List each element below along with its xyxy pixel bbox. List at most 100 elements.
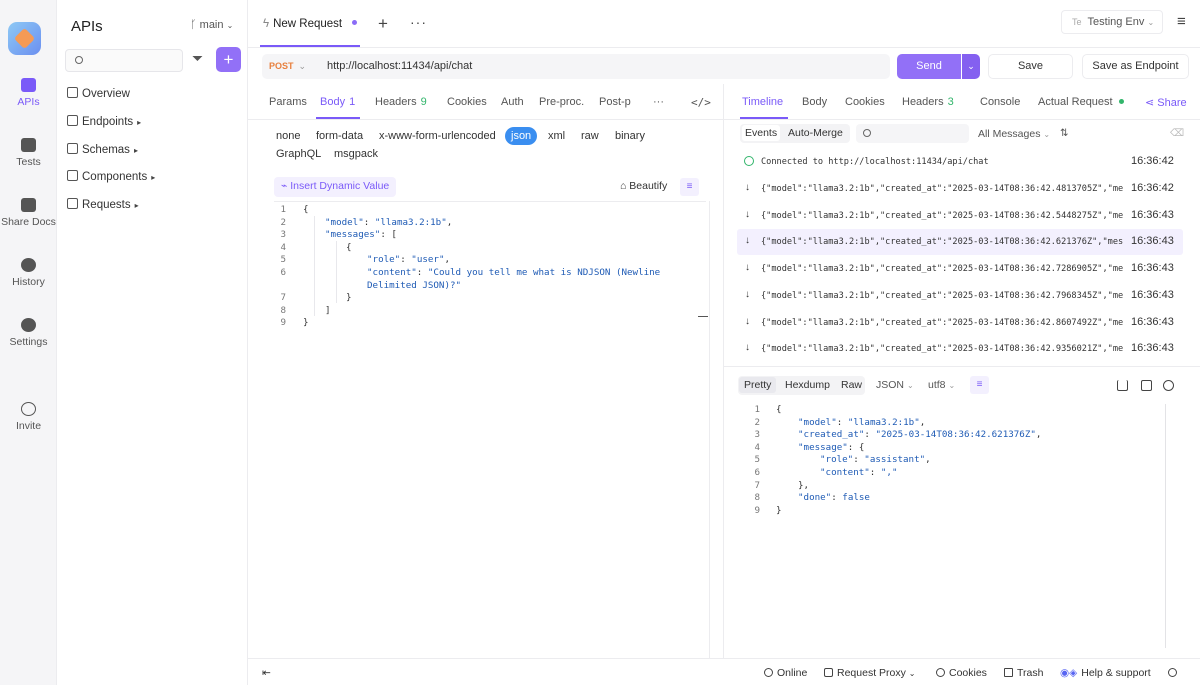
save-button[interactable]: Save xyxy=(988,54,1073,79)
body-type-graphql[interactable]: GraphQL xyxy=(276,148,321,160)
rail-settings[interactable]: Settings xyxy=(0,318,57,348)
timeline-row[interactable]: ↓ {"model":"llama3.2:1b","created_at":"2… xyxy=(737,310,1183,336)
timeline-row[interactable]: ↓ {"model":"llama3.2:1b","created_at":"2… xyxy=(737,256,1183,282)
arrow-down-icon: ↓ xyxy=(745,342,750,353)
cookies-button[interactable]: Cookies xyxy=(936,667,987,679)
body-type-urlencoded[interactable]: x-www-form-urlencoded xyxy=(379,130,496,142)
beautify-label: Beautify xyxy=(629,180,668,192)
sidebar-search-input[interactable] xyxy=(65,49,183,72)
divider xyxy=(724,366,1200,367)
body-type-form-data[interactable]: form-data xyxy=(316,130,363,142)
environment-label: Testing Env xyxy=(1087,16,1145,28)
tab-auth[interactable]: Auth xyxy=(501,96,524,108)
response-scrollbar[interactable] xyxy=(1165,404,1166,648)
notifications-icon[interactable] xyxy=(1168,667,1177,679)
line-number: 9 xyxy=(280,317,286,329)
code-line: Delimited JSON)?" xyxy=(367,279,462,291)
sort-icon[interactable]: ⇅ xyxy=(1060,128,1068,139)
timeline-row[interactable]: ↓ {"model":"llama3.2:1b","created_at":"2… xyxy=(737,336,1183,362)
timeline-row[interactable]: ↓ {"model":"llama3.2:1b","created_at":"2… xyxy=(737,283,1183,309)
send-dropdown-icon[interactable]: ⌄ xyxy=(962,54,980,79)
body-type-raw[interactable]: raw xyxy=(581,130,599,142)
timeline-row[interactable]: ↓ {"model":"llama3.2:1b","created_at":"2… xyxy=(737,203,1183,229)
request-proxy-button[interactable]: Request Proxy ⌄ xyxy=(824,667,916,679)
sidebar-item-overview[interactable]: Overview xyxy=(67,87,130,100)
wrap-icon[interactable]: ≡ xyxy=(970,376,989,394)
code-icon[interactable]: </> xyxy=(691,96,711,109)
message-filter-select[interactable]: All Messages ⌄ xyxy=(978,128,1050,140)
clear-icon[interactable]: ⌫ xyxy=(1170,128,1184,139)
events-toggle[interactable]: Events xyxy=(742,125,781,141)
body-type-msgpack[interactable]: msgpack xyxy=(334,148,378,160)
pretty-toggle[interactable]: Pretty xyxy=(739,377,777,393)
code-line: "role": "assistant", xyxy=(820,454,931,466)
sidebar-item-requests[interactable]: Requests ▸ xyxy=(67,198,139,211)
more-icon[interactable]: ··· xyxy=(410,14,427,30)
model-value: llama3.2:1b xyxy=(380,216,442,228)
tab-response-cookies[interactable]: Cookies xyxy=(845,96,885,108)
download-icon[interactable] xyxy=(1117,380,1128,391)
panel-divider[interactable] xyxy=(723,84,724,658)
sidebar-item-schemas[interactable]: Schemas ▸ xyxy=(67,143,138,156)
rail-tests[interactable]: Tests xyxy=(0,138,57,168)
sidebar-item-components[interactable]: Components ▸ xyxy=(67,170,155,183)
sidebar-item-label: Endpoints xyxy=(82,116,134,128)
tab-post-proc[interactable]: Post-p xyxy=(599,96,631,108)
menu-icon[interactable]: ≡ xyxy=(1177,13,1186,30)
tab-headers[interactable]: Headers 9 xyxy=(375,96,427,108)
tab-response-body[interactable]: Body xyxy=(802,96,827,108)
code-line: "message": { xyxy=(798,441,865,453)
timeline-row-selected[interactable]: ↓ {"model":"llama3.2:1b","created_at":"2… xyxy=(737,229,1183,255)
rail-settings-label: Settings xyxy=(9,336,48,348)
format-icon[interactable]: ≡ xyxy=(680,178,699,196)
new-tab-button[interactable]: + xyxy=(378,14,388,34)
trash-button[interactable]: Trash xyxy=(1004,667,1043,679)
sidebar-item-endpoints[interactable]: Endpoints ▸ xyxy=(67,115,141,128)
raw-toggle[interactable]: Raw xyxy=(841,379,862,391)
tab-actual-request[interactable]: Actual Request xyxy=(1038,96,1124,108)
encoding-select[interactable]: utf8 ⌄ xyxy=(928,379,955,391)
tab-params[interactable]: Params xyxy=(269,96,307,108)
body-type-none[interactable]: none xyxy=(276,130,300,142)
save-as-endpoint-button[interactable]: Save as Endpoint xyxy=(1082,54,1189,79)
rail-share-docs[interactable]: Share Docs xyxy=(0,198,57,228)
tab-pre-proc[interactable]: Pre-proc. xyxy=(539,96,584,108)
tab-body[interactable]: Body 1 xyxy=(320,96,355,108)
body-type-binary[interactable]: binary xyxy=(615,130,645,142)
filter-icon[interactable]: ⏷ xyxy=(192,50,208,70)
online-status[interactable]: Online xyxy=(764,667,807,679)
tab-response-headers[interactable]: Headers 3 xyxy=(902,96,954,108)
copy-icon[interactable] xyxy=(1141,380,1152,391)
timeline-row[interactable]: Connected to http://localhost:11434/api/… xyxy=(737,149,1183,175)
send-button[interactable]: Send xyxy=(897,54,961,79)
auto-merge-toggle[interactable]: Auto-Merge xyxy=(788,127,843,139)
timeline-search-input[interactable] xyxy=(856,124,969,143)
hexdump-toggle[interactable]: Hexdump xyxy=(785,379,830,391)
body-type-json[interactable]: json xyxy=(505,127,538,145)
body-type-xml[interactable]: xml xyxy=(548,130,565,142)
more-tabs-icon[interactable]: ··· xyxy=(653,96,664,108)
url-input[interactable]: http://localhost:11434/api/chat xyxy=(327,60,472,72)
rail-apis[interactable]: APIs xyxy=(0,78,57,108)
timeline-row[interactable]: ↓ {"model":"llama3.2:1b","created_at":"2… xyxy=(737,176,1183,202)
resize-handle[interactable] xyxy=(698,316,708,317)
insert-dynamic-value-button[interactable]: ⌁ Insert Dynamic Value xyxy=(274,177,397,197)
rail-invite[interactable]: Invite xyxy=(0,402,57,432)
search-icon[interactable] xyxy=(1163,380,1174,391)
add-button[interactable]: + xyxy=(216,47,241,72)
branch-selector[interactable]: ᚴ main ⌄ xyxy=(190,19,233,31)
tab-timeline[interactable]: Timeline xyxy=(742,96,783,108)
book-icon xyxy=(21,198,36,212)
environment-selector[interactable]: Te Testing Env ⌄ xyxy=(1061,10,1163,34)
share-button[interactable]: ⋖ Share xyxy=(1145,96,1187,109)
help-support-button[interactable]: ◉◈ Help & support xyxy=(1060,667,1151,679)
rail-history[interactable]: History xyxy=(0,258,57,288)
tab-console[interactable]: Console xyxy=(980,96,1020,108)
method-selector[interactable]: POST ⌄ xyxy=(269,61,306,72)
tab-cookies[interactable]: Cookies xyxy=(447,96,487,108)
collapse-sidebar-icon[interactable]: ⇤ xyxy=(262,667,271,679)
beautify-button[interactable]: ⌂ Beautify xyxy=(620,180,667,192)
format-select[interactable]: JSON ⌄ xyxy=(876,379,914,391)
tab-new-request[interactable]: ϟ New Request xyxy=(263,18,358,30)
search-icon xyxy=(75,56,83,64)
